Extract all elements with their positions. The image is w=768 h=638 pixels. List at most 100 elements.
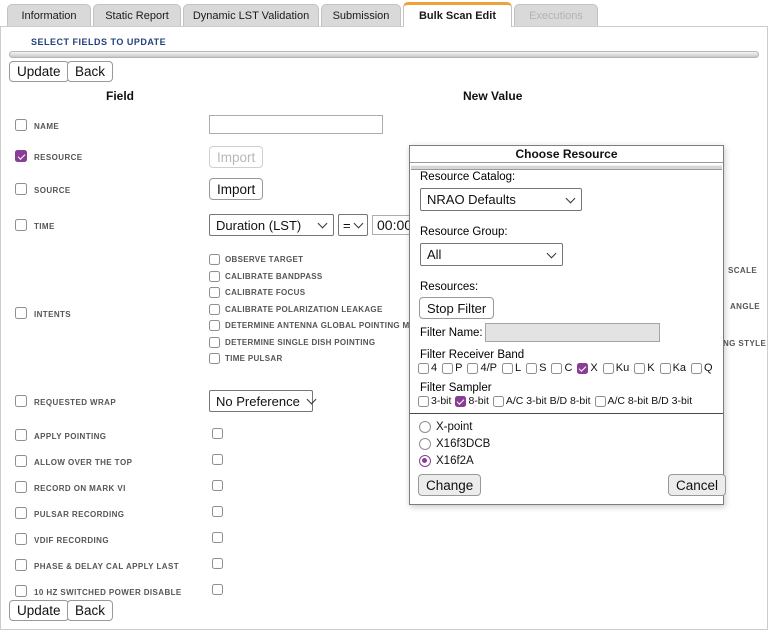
tab-executions[interactable]: Executions	[514, 4, 598, 26]
filter-sampler-label: Filter Sampler	[420, 382, 492, 394]
band-checkbox-q[interactable]	[691, 363, 702, 374]
intent-checkbox-calibrate-focus[interactable]	[209, 287, 220, 298]
band-label: S	[539, 362, 546, 374]
value-checkbox-record-on-mark-vi[interactable]	[212, 480, 223, 491]
tab-information[interactable]: Information	[7, 4, 91, 26]
field-checkbox-requested-wrap[interactable]	[15, 395, 27, 407]
resource-group-select[interactable]: All	[420, 243, 563, 266]
field-checkbox-apply-pointing[interactable]	[15, 429, 27, 441]
section-divider-bar	[9, 51, 759, 58]
resource-catalog-label: Resource Catalog:	[420, 171, 515, 183]
stop-filter-button[interactable]: Stop Filter	[419, 297, 494, 319]
radio-label: X-point	[436, 421, 472, 433]
update-button-bottom[interactable]: Update	[9, 600, 69, 621]
tab-dynamic-lst-validation[interactable]: Dynamic LST Validation	[183, 4, 319, 26]
tab-bulk-scan-edit[interactable]: Bulk Scan Edit	[403, 2, 512, 27]
intent-checkbox-time-pulsar[interactable]	[209, 353, 220, 364]
resource-catalog-select[interactable]: NRAO Defaults	[420, 188, 582, 211]
radio-x-point[interactable]	[419, 421, 431, 433]
band-checkbox-l[interactable]	[502, 363, 513, 374]
tab-submission[interactable]: Submission	[321, 4, 401, 26]
occluded-label-angle: Angle	[730, 298, 760, 312]
band-checkbox-s[interactable]	[526, 363, 537, 374]
requested-wrap-select[interactable]: No Preference	[209, 390, 313, 412]
band-label: L	[515, 362, 521, 374]
band-checkbox-ka[interactable]	[660, 363, 671, 374]
new-value-column-header: New Value	[463, 89, 522, 103]
sampler-label: A/C 3-bit B/D 8-bit	[506, 395, 591, 407]
field-checkbox-pulsar-recording[interactable]	[15, 507, 27, 519]
field-checkbox-source[interactable]	[15, 183, 27, 195]
resource-option-x-point[interactable]: X-point	[419, 421, 472, 433]
intent-label: Determine Single Dish Pointing	[225, 336, 375, 348]
intent-checkbox-determine-single-dish-pointing[interactable]	[209, 337, 220, 348]
sampler-checkbox-3bit[interactable]	[418, 396, 429, 407]
radio-x16f2a[interactable]	[419, 455, 431, 467]
sampler-checkbox-8bit[interactable]	[455, 396, 466, 407]
tab-static-report[interactable]: Static Report	[93, 4, 181, 26]
field-label-intents: Intents	[34, 306, 71, 320]
value-checkbox-allow-over-the-top[interactable]	[212, 454, 223, 465]
intent-row-determine-single-dish-pointing: Determine Single Dish Pointing	[209, 336, 375, 348]
sampler-checkbox-ac8-bd3[interactable]	[595, 396, 606, 407]
cancel-button[interactable]: Cancel	[668, 474, 726, 496]
update-button-top[interactable]: Update	[9, 61, 69, 82]
resource-option-x16f3dcb[interactable]: X16f3DCB	[419, 438, 490, 450]
time-op-select[interactable]: =	[338, 214, 368, 236]
intent-label: Calibrate Focus	[225, 286, 305, 298]
radio-x16f3dcb[interactable]	[419, 438, 431, 450]
chevron-down-icon	[354, 219, 364, 229]
band-label: C	[564, 362, 572, 374]
resource-option-x16f2a[interactable]: X16f2A	[419, 455, 474, 467]
field-checkbox-time[interactable]	[15, 219, 27, 231]
back-button-bottom[interactable]: Back	[67, 600, 113, 621]
value-checkbox-phase-delay-cal[interactable]	[212, 558, 223, 569]
radio-label: X16f2A	[436, 455, 474, 467]
chevron-down-icon	[547, 248, 557, 258]
intent-checkbox-determine-antenna-global-pointing-model[interactable]	[209, 320, 220, 331]
band-label: 4/P	[480, 362, 497, 374]
change-button[interactable]: Change	[418, 474, 481, 496]
field-row-apply-pointing: Apply Pointing	[15, 428, 106, 442]
check-icon	[457, 397, 465, 405]
field-checkbox-phase-delay-cal[interactable]	[15, 559, 27, 571]
band-label: P	[455, 362, 462, 374]
field-checkbox-10hz-switched-power[interactable]	[15, 585, 27, 597]
field-checkbox-intents[interactable]	[15, 307, 27, 319]
band-checkbox-4[interactable]	[418, 363, 429, 374]
field-checkbox-name[interactable]	[15, 119, 27, 131]
name-input[interactable]	[209, 115, 383, 134]
back-button-top[interactable]: Back	[67, 61, 113, 82]
band-checkbox-ku[interactable]	[603, 363, 614, 374]
source-import-button[interactable]: Import	[209, 178, 263, 200]
resource-import-button[interactable]: Import	[209, 146, 263, 168]
field-label-apply-pointing: Apply Pointing	[34, 428, 106, 442]
field-checkbox-vdif-recording[interactable]	[15, 533, 27, 545]
field-checkbox-allow-over-the-top[interactable]	[15, 455, 27, 467]
field-checkbox-record-on-mark-vi[interactable]	[15, 481, 27, 493]
intent-label: Observe Target	[225, 253, 303, 265]
value-checkbox-vdif-recording[interactable]	[212, 532, 223, 543]
band-checkbox-x[interactable]	[577, 363, 588, 374]
field-label-resource: Resource	[34, 149, 83, 163]
sampler-checkbox-ac3-bd8[interactable]	[493, 396, 504, 407]
field-row-name: Name	[15, 118, 59, 132]
band-checkbox-4p[interactable]	[467, 363, 478, 374]
band-checkbox-p[interactable]	[442, 363, 453, 374]
choose-resource-dialog: Choose Resource Resource Catalog: NRAO D…	[409, 145, 724, 505]
field-row-requested-wrap: Requested Wrap	[15, 394, 116, 408]
field-row-source: Source	[15, 182, 71, 196]
time-type-select[interactable]: Duration (LST)	[209, 214, 334, 236]
intent-checkbox-calibrate-bandpass[interactable]	[209, 271, 220, 282]
value-checkbox-apply-pointing[interactable]	[212, 428, 223, 439]
band-checkbox-c[interactable]	[551, 363, 562, 374]
field-checkbox-resource[interactable]	[15, 150, 27, 162]
value-checkbox-pulsar-recording[interactable]	[212, 506, 223, 517]
intent-checkbox-observe-target[interactable]	[209, 254, 220, 265]
value-checkbox-10hz-switched-power[interactable]	[212, 584, 223, 595]
filter-name-input[interactable]	[485, 323, 660, 342]
intent-checkbox-calibrate-polarization-leakage[interactable]	[209, 304, 220, 315]
radio-dot-icon	[422, 458, 427, 463]
band-checkbox-k[interactable]	[634, 363, 645, 374]
sampler-label: 3-bit	[431, 395, 451, 407]
